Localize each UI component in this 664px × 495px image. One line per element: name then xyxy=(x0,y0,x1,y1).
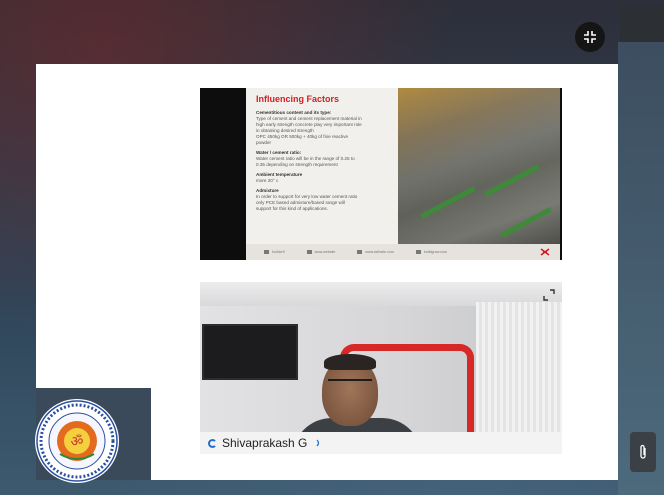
footer-text: www.website.com xyxy=(365,250,394,254)
photo-rail xyxy=(420,186,476,219)
paperclip-icon xyxy=(640,444,646,459)
photo-rail xyxy=(484,164,540,197)
slide-body: Cementitious content and its type: Type o… xyxy=(256,110,396,212)
right-sidebar xyxy=(618,42,664,495)
slide-title: Influencing Factors xyxy=(256,94,340,104)
video-tv xyxy=(202,324,298,380)
participant-video[interactable] xyxy=(200,282,562,454)
footer-icon xyxy=(306,250,312,254)
svg-text:ॐ: ॐ xyxy=(71,434,84,450)
exit-fullscreen-button[interactable] xyxy=(575,22,605,52)
slide-footer-item: buildgrow.com xyxy=(415,250,447,254)
slide-footer: buildcrft www.website www.website.com bu… xyxy=(246,244,560,260)
slide-footer-item: www.website xyxy=(306,250,336,254)
slide-photo-concrete xyxy=(398,88,560,244)
slide-footer-item: buildcrft xyxy=(264,250,285,254)
slide-footer-item: www.website.com xyxy=(357,250,394,254)
footer-text: buildcrft xyxy=(272,250,285,254)
slide-text-line: more 20° c xyxy=(256,178,279,183)
footer-icon xyxy=(357,250,363,254)
slide-brand-logo xyxy=(540,248,550,256)
mic-active-icon xyxy=(316,439,320,447)
footer-icon xyxy=(264,250,269,254)
expand-icon xyxy=(543,289,555,301)
slide-text-line: powder xyxy=(256,140,272,145)
shared-slide-window: Influencing Factors Cementitious content… xyxy=(200,88,562,260)
attach-button[interactable] xyxy=(630,432,656,472)
participant-name-bar: Shivaprakash G xyxy=(200,432,562,454)
participant-glasses xyxy=(328,379,372,389)
college-seal-logo: ॐ xyxy=(35,399,119,483)
slide-text-block: Influencing Factors Cementitious content… xyxy=(256,94,396,212)
participant-name: Shivaprakash G xyxy=(222,436,308,450)
slide-text-line: support for this kind of applications. xyxy=(256,206,329,211)
speaking-indicator-icon xyxy=(208,438,217,448)
collapse-icon xyxy=(584,31,596,43)
shared-slide: Influencing Factors Cementitious content… xyxy=(246,88,560,260)
top-right-toolbar xyxy=(620,6,664,42)
footer-icon xyxy=(415,250,421,254)
photo-rail xyxy=(500,207,552,238)
slide-text-line: 0.35 depending on strength requirement xyxy=(256,162,338,167)
footer-text: www.website xyxy=(314,250,336,254)
expand-video-button[interactable] xyxy=(542,288,556,302)
participant-hair xyxy=(324,354,376,370)
footer-text: buildgrow.com xyxy=(423,250,447,254)
